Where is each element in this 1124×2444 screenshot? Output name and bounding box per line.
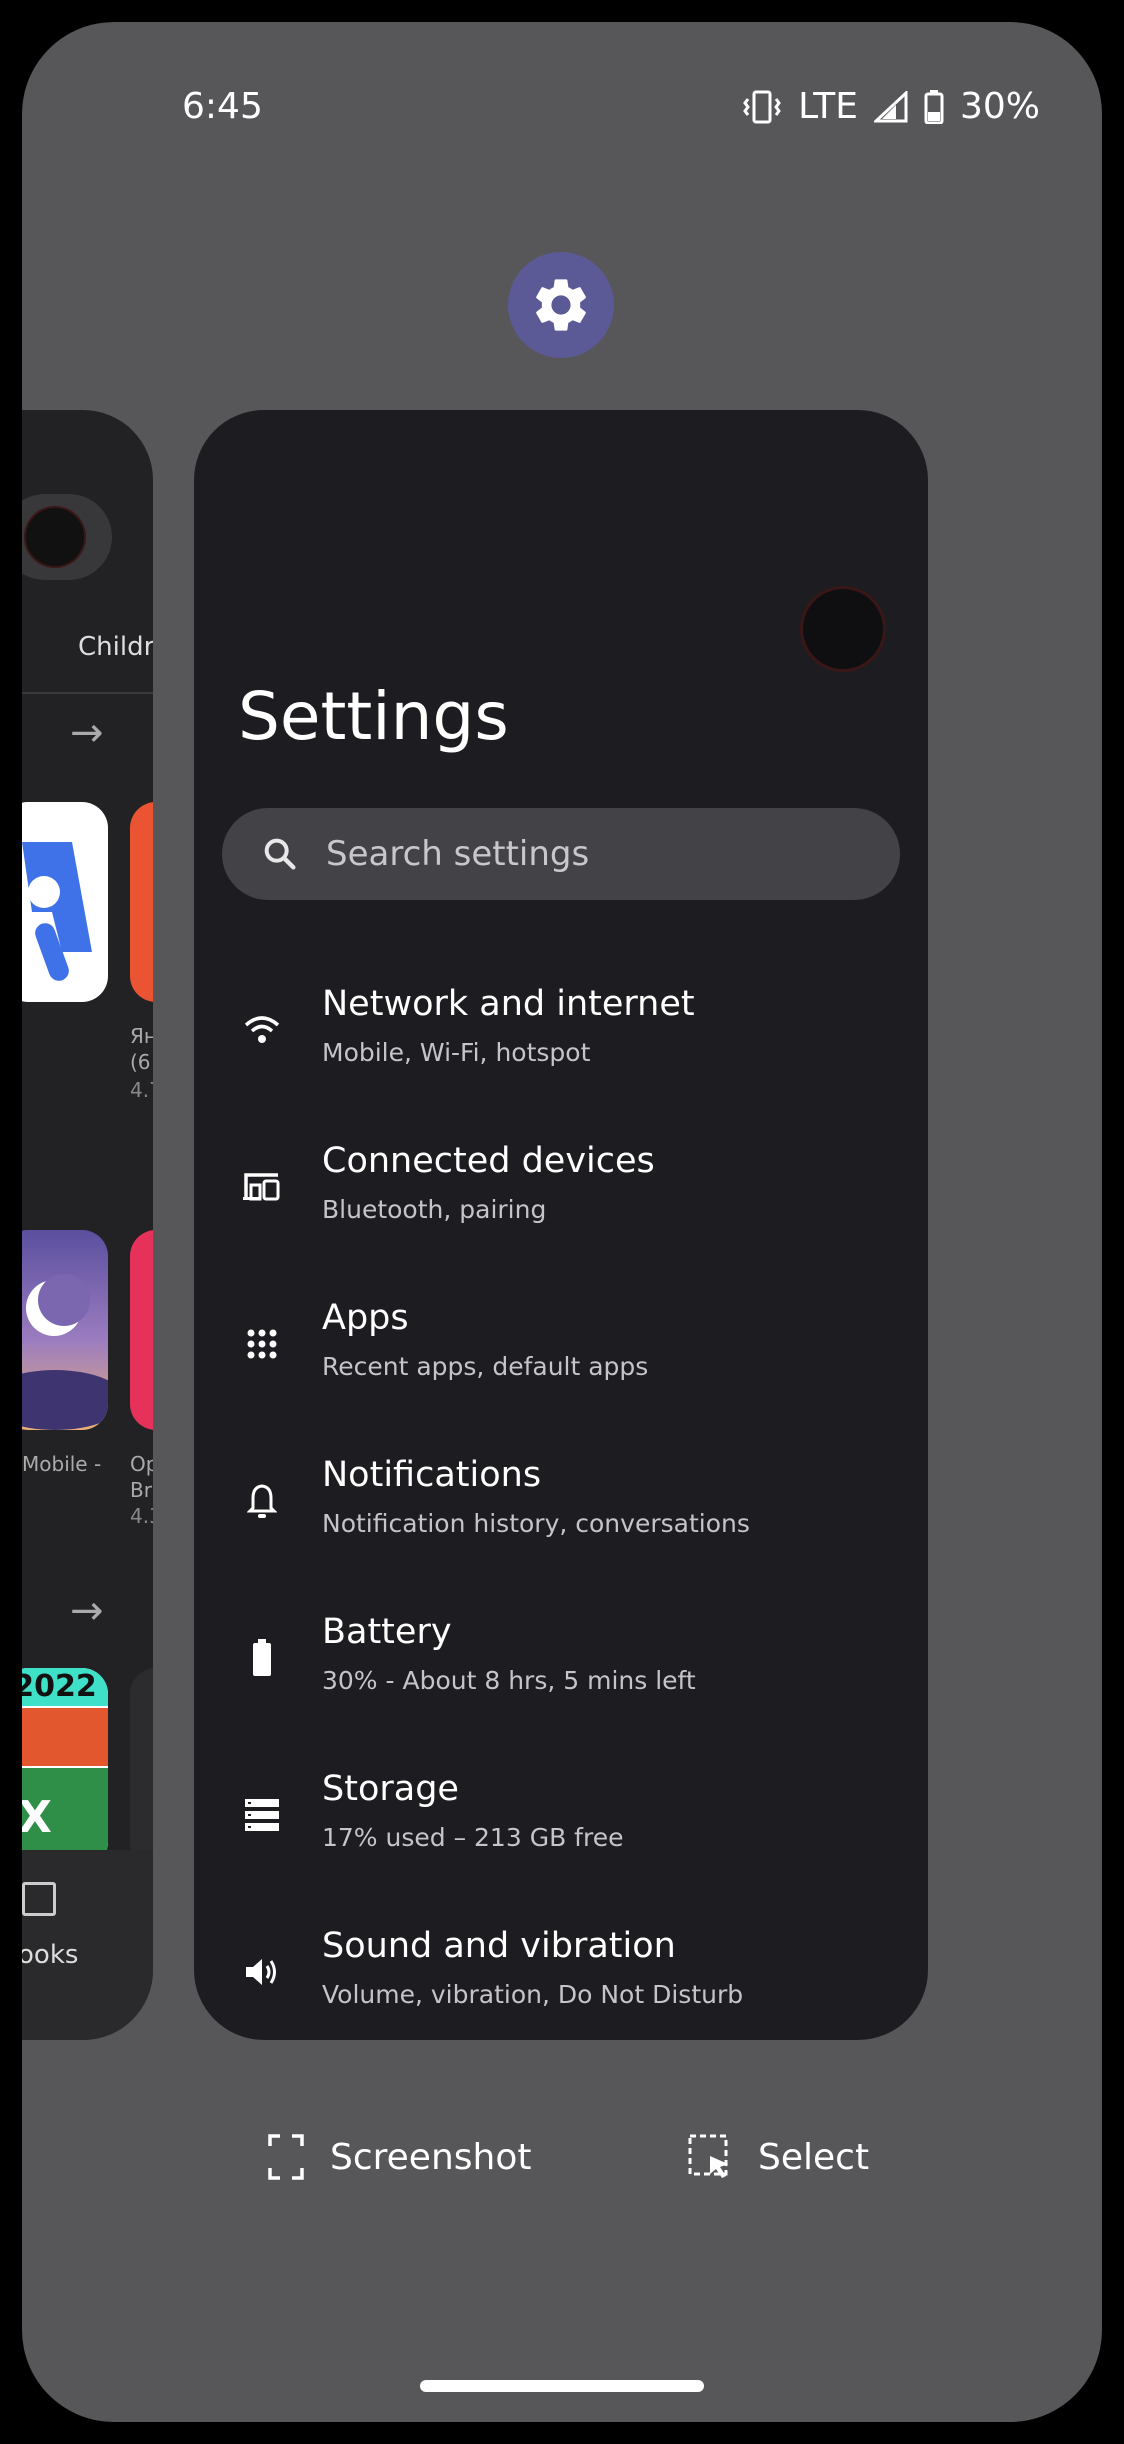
moon-app-icon[interactable] <box>22 1230 108 1430</box>
settings-item-battery[interactable]: Battery 30% - About 8 hrs, 5 mins left <box>194 1592 928 1722</box>
screenshot-label: Screenshot <box>330 2136 532 2178</box>
app-subtitle: Br <box>130 1478 152 1502</box>
bottom-nav: ooks <box>22 1850 153 2040</box>
screenshot-icon <box>268 2134 304 2180</box>
settings-app-card[interactable]: Settings Search settings Network and int… <box>194 410 928 2040</box>
arrow-right-icon[interactable]: → <box>70 1588 104 1634</box>
status-bar-right: LTE 30% <box>742 86 1040 127</box>
item-title: Network and internet <box>322 984 695 1024</box>
signal-icon <box>873 90 908 123</box>
battery-status-icon <box>924 89 944 124</box>
status-time: 6:45 <box>182 86 263 127</box>
settings-item-apps[interactable]: Apps Recent apps, default apps <box>194 1278 928 1408</box>
recents-screen: 6:45 LTE 30% Childre → Ян (6 4.7 <box>22 22 1102 2422</box>
year-badge: 2022 <box>22 1668 108 1706</box>
item-title: Battery <box>322 1612 452 1652</box>
office-app-icon[interactable]: 2022 X <box>22 1668 108 1868</box>
item-title: Sound and vibration <box>322 1926 676 1966</box>
select-button[interactable]: Select <box>688 2134 869 2180</box>
gesture-home-bar[interactable] <box>420 2380 704 2392</box>
app-rating: 4.7 <box>130 1078 153 1102</box>
battery-percent: 30% <box>959 86 1040 127</box>
avatar[interactable] <box>800 586 886 672</box>
arrow-right-icon[interactable]: → <box>70 710 104 756</box>
apps-grid-icon <box>242 1324 282 1364</box>
books-icon[interactable] <box>22 1882 56 1916</box>
nav-label-books[interactable]: ooks <box>22 1940 78 1970</box>
app-tile-icon[interactable] <box>22 802 108 1002</box>
network-type: LTE <box>798 86 858 127</box>
select-icon <box>688 2134 728 2178</box>
app-rating: 4.3 <box>130 1504 153 1528</box>
select-label: Select <box>758 2136 870 2178</box>
previous-app-card[interactable]: Childre → Ян (6 4.7 Mobile - Op Br 4.3 →… <box>22 410 153 2040</box>
settings-item-sound[interactable]: Sound and vibration Volume, vibration, D… <box>194 1906 928 2036</box>
settings-item-notifications[interactable]: Notifications Notification history, conv… <box>194 1435 928 1565</box>
settings-item-storage[interactable]: Storage 17% used – 213 GB free <box>194 1749 928 1879</box>
bell-icon <box>242 1481 282 1521</box>
app-tile-icon[interactable] <box>130 1230 153 1430</box>
item-title: Connected devices <box>322 1141 655 1181</box>
item-subtitle: Notification history, conversations <box>322 1509 750 1538</box>
devices-icon <box>242 1167 282 1207</box>
search-icon <box>264 838 296 870</box>
app-subtitle: (6 <box>130 1050 151 1074</box>
settings-item-network[interactable]: Network and internet Mobile, Wi-Fi, hots… <box>194 964 928 1094</box>
storage-icon <box>242 1795 282 1835</box>
item-subtitle: Mobile, Wi-Fi, hotspot <box>322 1038 591 1067</box>
settings-app-icon[interactable] <box>508 252 614 358</box>
item-title: Storage <box>322 1769 459 1809</box>
wifi-icon <box>242 1010 282 1050</box>
category-chip-label[interactable]: Childre <box>78 632 153 662</box>
app-tile-icon[interactable] <box>130 802 153 1002</box>
item-subtitle: Volume, vibration, Do Not Disturb <box>322 1980 744 2009</box>
avatar <box>24 506 86 568</box>
app-name: Mobile - <box>22 1452 102 1476</box>
app-name: Ян <box>130 1024 153 1048</box>
app-tile-icon[interactable] <box>130 1668 153 1868</box>
item-title: Apps <box>322 1298 409 1338</box>
item-title: Notifications <box>322 1455 542 1495</box>
vibrate-icon <box>742 89 782 125</box>
screenshot-button[interactable]: Screenshot <box>268 2134 531 2180</box>
volume-icon <box>242 1952 282 1992</box>
search-settings-bar[interactable]: Search settings <box>222 808 900 900</box>
search-placeholder: Search settings <box>326 834 590 874</box>
app-name: Op <box>130 1452 153 1476</box>
page-title: Settings <box>238 678 509 755</box>
divider <box>22 692 153 694</box>
item-subtitle: 17% used – 213 GB free <box>322 1823 624 1852</box>
item-subtitle: 30% - About 8 hrs, 5 mins left <box>322 1666 696 1695</box>
settings-item-connected-devices[interactable]: Connected devices Bluetooth, pairing <box>194 1121 928 1251</box>
powerpoint-icon <box>22 1708 108 1766</box>
item-subtitle: Recent apps, default apps <box>322 1352 649 1381</box>
item-subtitle: Bluetooth, pairing <box>322 1195 547 1224</box>
battery-icon <box>242 1638 282 1678</box>
